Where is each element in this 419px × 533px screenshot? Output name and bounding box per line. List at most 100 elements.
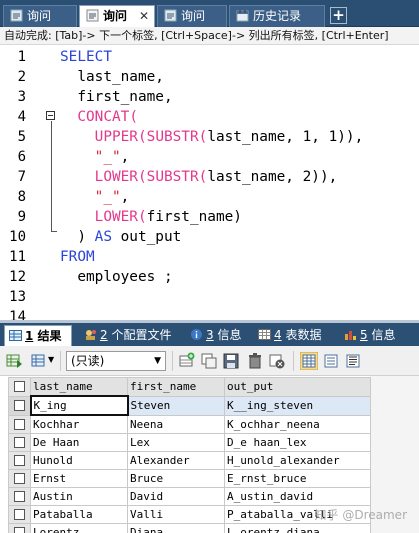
import-dropdown-icon[interactable]: ▼ [48, 355, 54, 364]
table-cell[interactable]: Lex [127, 433, 225, 452]
tab-results[interactable]: 1 结果 [4, 325, 72, 346]
fold-toggle-icon[interactable] [46, 111, 55, 120]
table-row[interactable]: K_ing Steven K__ing_steven [8, 395, 371, 416]
code-line: "_", [60, 147, 130, 167]
autocomplete-hint: 自动完成: [Tab]-> 下一个标签, [Ctrl+Space]-> 列出所有… [0, 27, 419, 45]
table-cell[interactable]: D_e haan_lex [224, 433, 371, 452]
line-number: 5 [17, 129, 26, 145]
checkbox-icon [14, 418, 25, 430]
save-icon[interactable] [222, 352, 240, 370]
row-checkbox[interactable] [8, 487, 31, 506]
table-cell[interactable]: Austin [30, 487, 128, 506]
row-checkbox[interactable] [8, 395, 31, 416]
table-row[interactable]: Ernst Bruce E_rnst_bruce [8, 469, 371, 488]
table-cell[interactable]: Ernst [30, 469, 128, 488]
table-cell[interactable]: Steven [127, 395, 225, 416]
history-tab-label: 历史记录 [253, 9, 302, 23]
query-doc-icon [10, 9, 23, 22]
code-line: "_", [60, 187, 130, 207]
table-cell[interactable]: Pataballa [30, 505, 128, 524]
duplicate-row-icon[interactable] [200, 352, 218, 370]
table-cell[interactable]: A_ustin_david [224, 487, 371, 506]
table-cell[interactable]: E_rnst_bruce [224, 469, 371, 488]
line-number: 13 [9, 289, 26, 305]
line-number: 9 [17, 209, 26, 225]
add-tab-button[interactable]: + [330, 7, 347, 24]
checkbox-icon [14, 473, 25, 484]
query-tab-3[interactable]: 询问 [157, 5, 227, 27]
code-token: "_" [94, 149, 121, 165]
history-tab[interactable]: 历史记录 [229, 5, 325, 27]
readonly-select[interactable]: (只读) ▼ [66, 351, 166, 371]
column-header[interactable]: out_put [224, 377, 371, 397]
column-header[interactable]: last_name [30, 377, 128, 397]
code-line: last_name, [60, 67, 164, 87]
table-row[interactable]: Kochhar Neena K_ochhar_neena [8, 414, 371, 434]
table-row[interactable]: Austin David A_ustin_david [8, 487, 371, 506]
query-tab-2[interactable]: 询问 ✕ [79, 5, 155, 27]
row-checkbox[interactable] [8, 523, 31, 533]
row-checkbox[interactable] [8, 469, 31, 488]
tab-info-2[interactable]: 5 信息 [340, 325, 400, 346]
delete-icon[interactable] [246, 352, 264, 370]
table-cell[interactable]: Kochhar [30, 414, 128, 434]
table-row[interactable]: De Haan Lex D_e haan_lex [8, 433, 371, 452]
sql-editor[interactable]: SELECT last_name, first_name, CONCAT( UP… [0, 45, 419, 320]
row-checkbox[interactable] [8, 451, 31, 470]
tab-profile-label: 个配置文件 [111, 328, 172, 342]
table-cell[interactable]: K_ing [29, 395, 129, 416]
tab-table-data[interactable]: 4 表数据 [254, 325, 332, 346]
query-tab-label: 询问 [181, 9, 206, 23]
table-cell[interactable]: Bruce [127, 469, 225, 488]
table-cell[interactable]: K__ing_steven [224, 395, 371, 416]
checkbox-icon [14, 491, 25, 502]
checkbox-icon [13, 400, 25, 411]
line-number: 7 [17, 169, 26, 185]
close-tab-icon[interactable]: ✕ [139, 6, 149, 26]
import-grid-icon[interactable] [30, 352, 48, 370]
checkbox-icon [14, 437, 25, 448]
code-token: ( [129, 109, 138, 125]
column-header[interactable]: first_name [127, 377, 225, 397]
code-line: LOWER(first_name) [60, 207, 242, 227]
table-cell[interactable]: Lorentz [30, 523, 128, 533]
export-grid-icon[interactable] [6, 352, 24, 370]
table-cell[interactable]: David [127, 487, 225, 506]
tab-info-num: 3 [206, 328, 214, 342]
cancel-changes-icon[interactable] [268, 352, 286, 370]
table-row[interactable]: Hunold Alexander H_unold_alexander [8, 451, 371, 470]
row-checkbox[interactable] [8, 505, 31, 524]
tab-results-num: 1 [25, 329, 34, 343]
tab-info-2-label: 信息 [371, 328, 396, 342]
code-token: SUBSTR [146, 169, 199, 185]
table-cell[interactable]: Alexander [127, 451, 225, 470]
table-cell[interactable]: Diana [127, 523, 225, 533]
query-tab-1[interactable]: 询问 [3, 5, 77, 27]
table-cell[interactable]: H_unold_alexander [224, 451, 371, 470]
code-token: ( [137, 209, 147, 225]
table-row[interactable]: Lorentz Diana L_orentz_diana [8, 523, 371, 533]
form-view-icon[interactable] [322, 352, 340, 370]
table-cell[interactable]: De Haan [30, 433, 128, 452]
table-cell[interactable]: Valli [127, 505, 225, 524]
code-token: out_put [111, 229, 182, 245]
add-row-icon[interactable] [178, 352, 196, 370]
checkbox-icon [14, 381, 25, 393]
code-token: SELECT [60, 49, 112, 65]
tab-profile-num: 2 [100, 328, 108, 342]
select-all-checkbox[interactable] [8, 377, 31, 397]
tab-info[interactable]: 3 信息 [186, 325, 248, 346]
grid-view-icon[interactable] [300, 352, 318, 370]
table-cell[interactable]: Neena [127, 414, 225, 434]
tab-profile[interactable]: 2 个配置文件 [80, 325, 180, 346]
checkbox-icon [14, 455, 25, 466]
table-cell[interactable]: L_orentz_diana [224, 523, 371, 533]
row-checkbox[interactable] [8, 414, 31, 434]
row-checkbox[interactable] [8, 433, 31, 452]
table-data-icon [258, 329, 271, 340]
tab-table-data-label: 表数据 [285, 328, 322, 342]
table-cell[interactable]: K_ochhar_neena [224, 414, 371, 434]
table-cell[interactable]: Hunold [30, 451, 128, 470]
query-doc-icon [164, 9, 177, 22]
text-view-icon[interactable] [344, 352, 362, 370]
